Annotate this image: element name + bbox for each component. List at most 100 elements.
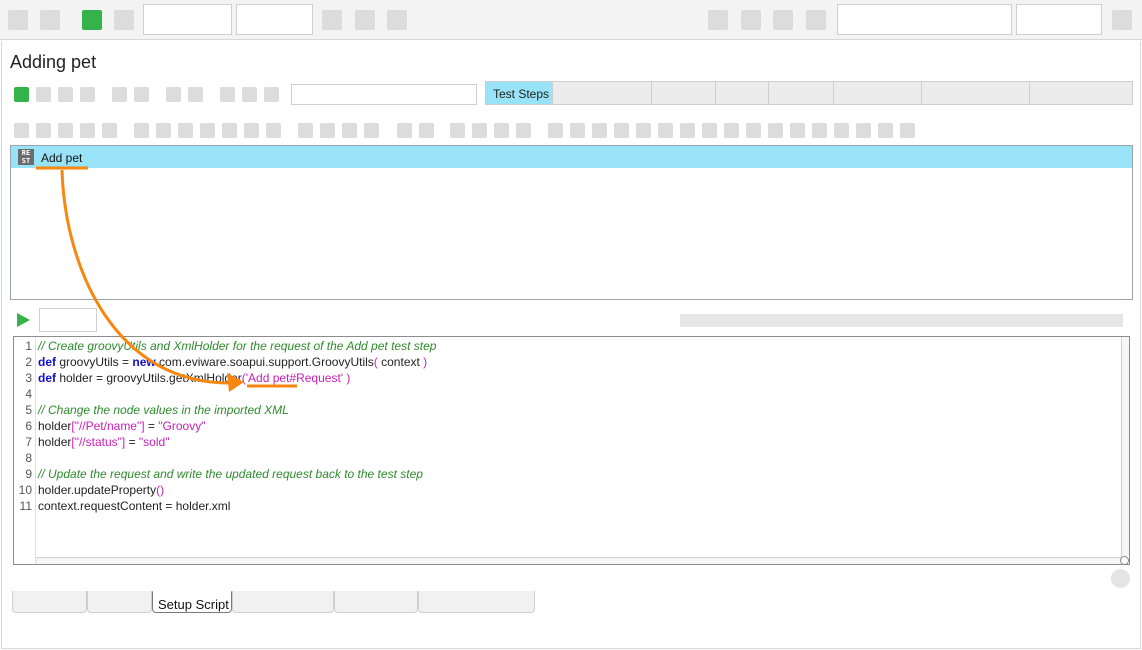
resize-grip-icon[interactable] [1120, 556, 1129, 565]
steps-button-24[interactable] [570, 123, 585, 138]
steps-button-14[interactable] [320, 123, 335, 138]
panel-button-2[interactable] [58, 87, 73, 102]
steps-button-6[interactable] [134, 123, 149, 138]
toolbar-button-8[interactable] [741, 10, 761, 30]
toolbar-button-10[interactable] [806, 10, 826, 30]
steps-button-13[interactable] [298, 123, 313, 138]
panel-input[interactable] [291, 84, 477, 105]
panel-button-9[interactable] [242, 87, 257, 102]
list-item[interactable]: RE ST Add pet [11, 146, 1132, 168]
steps-button-23[interactable] [548, 123, 563, 138]
steps-button-17[interactable] [397, 123, 412, 138]
steps-button-35[interactable] [812, 123, 827, 138]
panel-button-6[interactable] [166, 87, 181, 102]
code-token: holder [38, 419, 72, 433]
line-number: 7 [25, 435, 32, 449]
bottom-tab-2[interactable] [87, 591, 152, 613]
steps-button-2[interactable] [36, 123, 51, 138]
steps-button-12[interactable] [266, 123, 281, 138]
steps-button-34[interactable] [790, 123, 805, 138]
steps-button-25[interactable] [592, 123, 607, 138]
toolbar-field-3[interactable] [1016, 4, 1102, 35]
rest-icon-bottom: ST [21, 157, 31, 165]
toolbar-field-2[interactable] [236, 4, 313, 35]
steps-button-11[interactable] [244, 123, 259, 138]
code-token: ('Add pet#Request' ) [241, 371, 351, 385]
steps-button-31[interactable] [724, 123, 739, 138]
toolbar-button-6[interactable] [387, 10, 407, 30]
steps-button-8[interactable] [178, 123, 193, 138]
bottom-tab-4[interactable] [232, 591, 334, 613]
tab-test-steps[interactable]: Test Steps [486, 82, 553, 104]
toolbar-button-3[interactable] [114, 10, 134, 30]
steps-button-29[interactable] [680, 123, 695, 138]
steps-button-18[interactable] [419, 123, 434, 138]
toolbar-button-1[interactable] [8, 10, 28, 30]
horizontal-scrollbar[interactable] [36, 557, 1121, 564]
panel-button-3[interactable] [80, 87, 95, 102]
toolbar-button-7[interactable] [708, 10, 728, 30]
steps-button-28[interactable] [658, 123, 673, 138]
panel-button-4[interactable] [112, 87, 127, 102]
tab-3[interactable] [652, 82, 716, 104]
steps-button-3[interactable] [58, 123, 73, 138]
code-token: groovyUtils = [56, 355, 133, 369]
steps-button-19[interactable] [450, 123, 465, 138]
toolbar-button-5[interactable] [355, 10, 375, 30]
steps-button-9[interactable] [200, 123, 215, 138]
vertical-scrollbar[interactable] [1121, 337, 1129, 557]
steps-button-32[interactable] [746, 123, 761, 138]
toolbar-button-4[interactable] [322, 10, 342, 30]
line-number: 4 [25, 387, 32, 401]
panel-button-1[interactable] [36, 87, 51, 102]
tab-setup-script[interactable]: Setup Script [152, 591, 232, 613]
panel-button-8[interactable] [220, 87, 235, 102]
toolbar-button-11[interactable] [1112, 10, 1132, 30]
script-editor[interactable]: 1 // Create groovyUtils and XmlHolder for… [13, 336, 1130, 565]
steps-button-15[interactable] [342, 123, 357, 138]
toolbar-button-green[interactable] [82, 10, 102, 30]
step-label: Add pet [41, 151, 83, 165]
tab-2[interactable] [553, 82, 652, 104]
tab-bar: Test Steps [485, 81, 1133, 105]
steps-button-33[interactable] [768, 123, 783, 138]
steps-button-20[interactable] [472, 123, 487, 138]
bottom-tab-6[interactable] [418, 591, 535, 613]
steps-button-38[interactable] [878, 123, 893, 138]
run-testcase-button[interactable] [14, 87, 29, 102]
steps-button-27[interactable] [636, 123, 651, 138]
steps-button-5[interactable] [102, 123, 117, 138]
tab-5[interactable] [769, 82, 834, 104]
toolbar-button-9[interactable] [773, 10, 793, 30]
code-line: context.requestContent = holder.xml [38, 498, 230, 514]
steps-button-1[interactable] [14, 123, 29, 138]
steps-button-4[interactable] [80, 123, 95, 138]
panel-button-5[interactable] [134, 87, 149, 102]
code-line: def groovyUtils = new com.eviware.soapui… [38, 354, 427, 370]
tab-8[interactable] [1030, 82, 1132, 104]
steps-button-22[interactable] [516, 123, 531, 138]
script-field[interactable] [39, 308, 97, 332]
toolbar-button-2[interactable] [40, 10, 60, 30]
tab-7[interactable] [922, 82, 1030, 104]
steps-button-10[interactable] [222, 123, 237, 138]
tab-4[interactable] [716, 82, 769, 104]
steps-button-36[interactable] [834, 123, 849, 138]
bottom-tab-5[interactable] [334, 591, 418, 613]
toolbar-field-1[interactable] [143, 4, 232, 35]
run-script-icon[interactable] [17, 313, 30, 327]
panel-button-7[interactable] [188, 87, 203, 102]
steps-button-7[interactable] [156, 123, 171, 138]
steps-button-30[interactable] [702, 123, 717, 138]
steps-button-39[interactable] [900, 123, 915, 138]
search-field[interactable] [837, 4, 1012, 35]
steps-button-26[interactable] [614, 123, 629, 138]
tab-6[interactable] [834, 82, 922, 104]
steps-button-16[interactable] [364, 123, 379, 138]
steps-button-37[interactable] [856, 123, 871, 138]
panel-button-10[interactable] [264, 87, 279, 102]
line-number: 5 [25, 403, 32, 417]
bottom-tab-1[interactable] [12, 591, 87, 613]
tab-setup-script-label: Setup Script [158, 597, 229, 612]
steps-button-21[interactable] [494, 123, 509, 138]
